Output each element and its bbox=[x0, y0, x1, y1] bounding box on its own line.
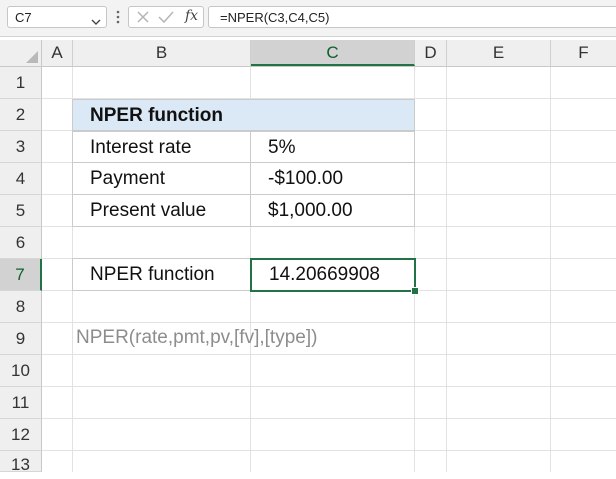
result-value-cell-active[interactable]: 14.20669908 bbox=[250, 258, 416, 292]
payment-value-cell[interactable]: -$100.00 bbox=[250, 162, 415, 195]
column-header-a[interactable]: A bbox=[42, 40, 73, 66]
column-header-d[interactable]: D bbox=[415, 40, 447, 66]
row-header-6[interactable]: 6 bbox=[0, 227, 42, 259]
chevron-down-icon[interactable] bbox=[91, 13, 101, 31]
row-header-3[interactable]: 3 bbox=[0, 131, 42, 163]
row-header-4[interactable]: 4 bbox=[0, 163, 42, 195]
row-header-8[interactable]: 8 bbox=[0, 291, 42, 323]
formula-input[interactable]: =NPER(C3,C4,C5) bbox=[208, 6, 616, 28]
interest-rate-value-cell[interactable]: 5% bbox=[250, 131, 415, 163]
column-header-e[interactable]: E bbox=[447, 40, 551, 66]
row-header-7[interactable]: 7 bbox=[0, 259, 42, 291]
row-header-10[interactable]: 10 bbox=[0, 355, 42, 387]
cancel-icon[interactable] bbox=[136, 10, 150, 29]
column-header-b[interactable]: B bbox=[73, 40, 251, 66]
formula-controls: fx bbox=[128, 6, 204, 28]
table-title-cell[interactable]: NPER function bbox=[72, 99, 415, 131]
row-header-5[interactable]: 5 bbox=[0, 195, 42, 227]
column-headers: A B C D E F bbox=[0, 40, 616, 67]
formula-text: =NPER(C3,C4,C5) bbox=[220, 10, 330, 25]
insert-function-icon[interactable]: fx bbox=[185, 8, 198, 24]
interest-rate-label-cell[interactable]: Interest rate bbox=[72, 131, 251, 163]
row-header-1[interactable]: 1 bbox=[0, 67, 42, 99]
row-header-12[interactable]: 12 bbox=[0, 419, 42, 451]
enter-checkmark-icon[interactable] bbox=[158, 10, 174, 29]
row-header-2[interactable]: 2 bbox=[0, 99, 42, 131]
row-header-13[interactable]: 13 bbox=[0, 451, 42, 474]
present-value-label-cell[interactable]: Present value bbox=[72, 194, 251, 227]
payment-label-cell[interactable]: Payment bbox=[72, 162, 251, 195]
name-box[interactable]: C7 bbox=[7, 6, 107, 28]
row-header-11[interactable]: 11 bbox=[0, 387, 42, 419]
name-box-value: C7 bbox=[15, 10, 32, 25]
present-value-value-cell[interactable]: $1,000.00 bbox=[250, 194, 415, 227]
row-header-9[interactable]: 9 bbox=[0, 323, 42, 355]
fill-handle[interactable] bbox=[411, 287, 419, 295]
result-label-cell[interactable]: NPER function bbox=[72, 258, 251, 291]
formula-bar: C7 fx =NPER(C3,C4,C5) bbox=[0, 0, 616, 37]
select-all-button[interactable] bbox=[0, 40, 42, 66]
syntax-note[interactable]: NPER(rate,pmt,pv,[fv],[type]) bbox=[76, 327, 317, 349]
column-header-c[interactable]: C bbox=[251, 40, 415, 66]
column-header-f[interactable]: F bbox=[551, 40, 616, 66]
more-options-icon[interactable] bbox=[116, 10, 120, 29]
